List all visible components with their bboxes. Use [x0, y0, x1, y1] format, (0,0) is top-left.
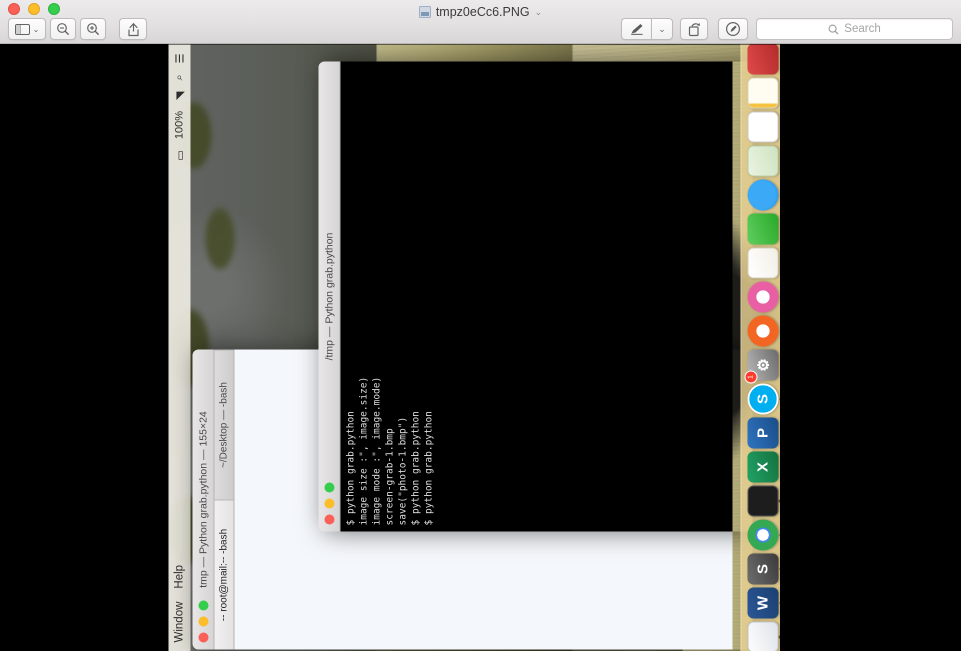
minimize-button[interactable] — [323, 498, 334, 508]
pen-icon — [630, 24, 643, 35]
desktop-dock: W S X P S ⚙ 1 — [740, 44, 780, 651]
dock-item-photos[interactable] — [747, 281, 778, 312]
terminal-2-window-controls — [323, 482, 334, 524]
sidebar-toggle-button[interactable]: ⌄ — [8, 18, 46, 40]
running-indicator — [779, 601, 780, 604]
terminal-2-body[interactable]: $ python grab.python image size :", imag… — [340, 61, 732, 531]
running-indicator — [778, 635, 780, 638]
share-icon — [127, 22, 139, 36]
running-indicator — [779, 533, 780, 536]
rotated-screenshot: Window Help ▭ 100% ◥ ⌕ ☰ tmp — Python gr… — [168, 44, 780, 651]
dock-item-mail[interactable] — [747, 621, 780, 651]
word-icon: W — [754, 595, 771, 610]
close-button[interactable] — [323, 514, 334, 524]
terminal-1-titlebar: tmp — Python grab.python — 155×24 — [192, 349, 214, 649]
dock-item-keynote[interactable] — [747, 247, 778, 278]
dock-item-firefox[interactable] — [747, 315, 778, 346]
search-icon — [828, 23, 839, 34]
magnifier-plus-icon — [87, 23, 100, 36]
dock-item-images[interactable] — [747, 44, 778, 74]
terminal-tab-0[interactable]: -- root@mail:-- -bash — [214, 499, 233, 649]
running-indicator — [778, 499, 780, 502]
image-canvas[interactable]: Window Help ▭ 100% ◥ ⌕ ☰ tmp — Python gr… — [0, 44, 961, 651]
sublime-icon: S — [754, 563, 771, 574]
spotlight-icon[interactable]: ⌕ — [173, 74, 186, 80]
page-title: tmpz0eCc6.PNG — [435, 5, 530, 19]
dock-item-contacts[interactable] — [747, 111, 778, 142]
dock-item-messages[interactable] — [747, 179, 778, 210]
zoom-button[interactable] — [197, 600, 208, 610]
window-titlebar: tmpz0eCc6.PNG ⌄ ⌄ ⌄ Search — [0, 0, 961, 44]
share-button[interactable] — [119, 18, 147, 40]
zoom-out-button[interactable] — [50, 18, 76, 40]
terminal-2-titlebar: /tmp — Python grab.python — [318, 61, 340, 531]
close-button[interactable] — [197, 632, 208, 642]
dock-item-powerpoint[interactable]: P — [747, 417, 778, 448]
rotate-icon — [688, 22, 700, 36]
desktop-menubar: Window Help ▭ 100% ◥ ⌕ ☰ — [168, 44, 190, 651]
terminal-1-title: tmp — Python grab.python — 155×24 — [196, 410, 209, 588]
terminal-tab-1[interactable]: ~/Desktop — -bash — [214, 349, 233, 499]
dock-item-terminal[interactable] — [747, 485, 780, 516]
preview-window: tmpz0eCc6.PNG ⌄ ⌄ ⌄ Search Window Help ▭… — [0, 0, 961, 651]
dock-item-skype[interactable]: S — [747, 383, 780, 414]
wifi-icon[interactable]: ◥ — [173, 91, 186, 99]
running-indicator — [779, 397, 780, 400]
chevron-down-icon: ⌄ — [32, 24, 40, 34]
rotate-button[interactable] — [680, 18, 708, 40]
dock-item-notes[interactable] — [747, 77, 778, 108]
menu-item-window[interactable]: Window — [173, 601, 185, 642]
dock-item-maps[interactable] — [747, 145, 778, 176]
sidebar-icon — [14, 23, 30, 35]
zoom-button[interactable] — [323, 482, 334, 492]
annotate-circle-icon — [725, 21, 741, 37]
terminal-window-2[interactable]: /tmp — Python grab.python $ python grab.… — [318, 61, 752, 531]
magnifier-minus-icon — [57, 23, 70, 36]
excel-icon: X — [754, 461, 771, 472]
dock-item-excel[interactable]: X — [747, 451, 778, 482]
terminal-2-title: /tmp — Python grab.python — [322, 232, 335, 360]
menubar-left: Window Help — [173, 564, 185, 651]
chevron-down-icon: ⌄ — [658, 23, 666, 34]
dock-item-word[interactable]: W — [747, 587, 780, 618]
menubar-right: ▭ 100% ◥ ⌕ ☰ — [173, 44, 186, 160]
zoom-in-button[interactable] — [80, 18, 106, 40]
dock-item-evernote[interactable] — [747, 213, 778, 244]
dock-item-chrome[interactable] — [747, 519, 780, 550]
annotate-button[interactable] — [718, 18, 748, 40]
markup-dropdown-button[interactable]: ⌄ — [651, 18, 673, 40]
menu-item-help[interactable]: Help — [173, 564, 185, 588]
battery-icon[interactable]: ▭ — [173, 150, 186, 160]
search-placeholder: Search — [844, 23, 881, 35]
dock-item-sublime[interactable]: S — [747, 553, 780, 584]
running-indicator — [779, 567, 780, 570]
markup-button[interactable] — [621, 18, 651, 40]
battery-percent-label: 100% — [173, 110, 185, 139]
rotated-screenshot-wrapper: Window Help ▭ 100% ◥ ⌕ ☰ tmp — Python gr… — [168, 44, 780, 651]
chevron-down-icon[interactable]: ⌄ — [535, 7, 543, 18]
skype-icon: S — [754, 393, 771, 404]
powerpoint-icon: P — [754, 427, 771, 438]
document-icon — [418, 6, 431, 18]
terminal-1-window-controls — [197, 600, 208, 642]
terminal-1-tabs: -- root@mail:-- -bash ~/Desktop — -bash — [214, 349, 234, 649]
controlcenter-icon[interactable]: ☰ — [173, 53, 186, 63]
minimize-button[interactable] — [197, 616, 208, 626]
notification-badge: 1 — [744, 370, 757, 383]
dock-item-prefs[interactable]: ⚙ 1 — [744, 349, 778, 383]
search-input[interactable]: Search — [756, 18, 953, 40]
